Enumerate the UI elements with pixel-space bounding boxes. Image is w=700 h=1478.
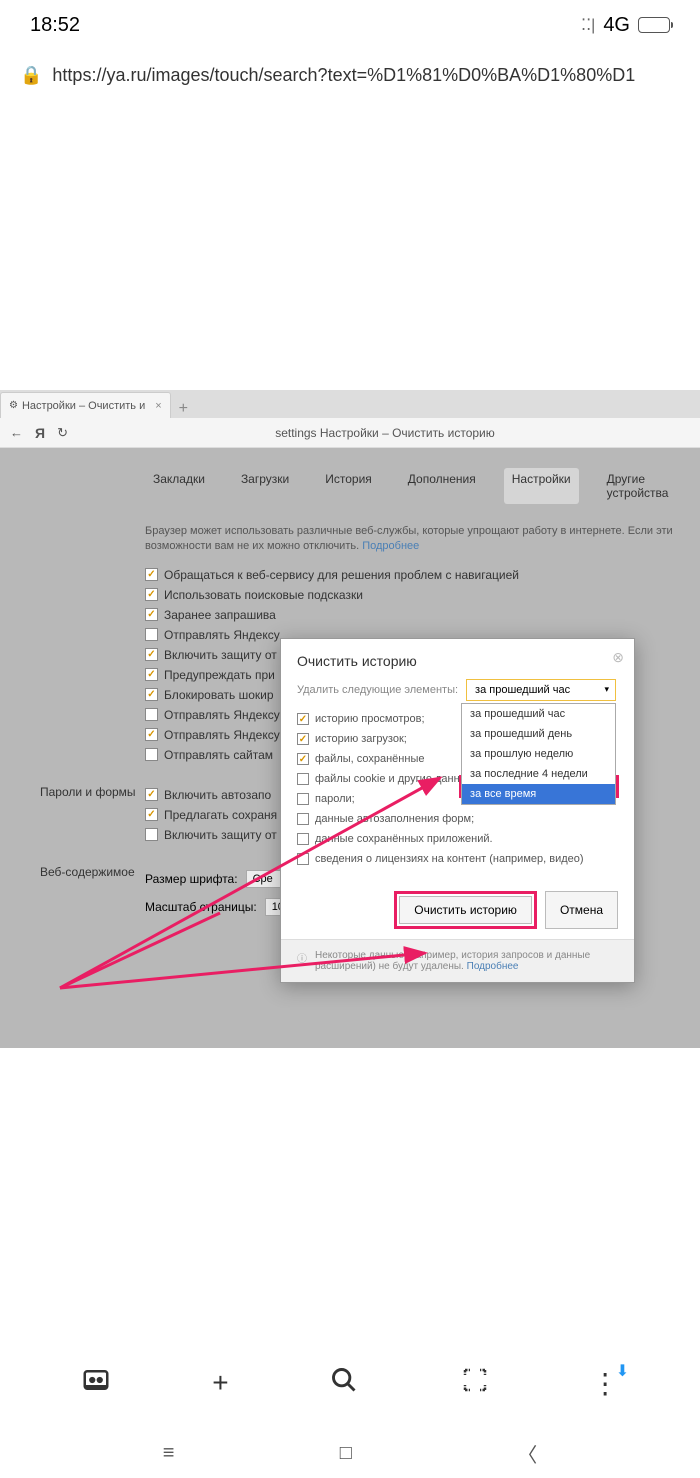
checkbox[interactable] — [145, 588, 158, 601]
checkbox[interactable] — [145, 728, 158, 741]
android-back-button[interactable]: 〈 — [517, 1439, 537, 1468]
dialog-label-row: Удалить следующие элементы: за прошедший… — [297, 679, 618, 701]
android-home-button[interactable]: □ — [340, 1442, 352, 1465]
mobile-toolbar: + ⋮⬇ — [0, 1348, 700, 1418]
checkbox[interactable] — [297, 813, 309, 825]
close-tab-icon[interactable]: × — [155, 400, 161, 412]
dropdown-list: за прошедший час за прошедший день за пр… — [461, 703, 616, 805]
checkbox[interactable] — [297, 753, 309, 765]
zoom-label: Масштаб страницы: — [145, 900, 257, 914]
network-label: 4G — [603, 14, 630, 37]
browser-nav-bar: ← Я ↻ settings Настройки – Очистить исто… — [0, 418, 700, 448]
gear-icon: ⚙ — [9, 400, 18, 411]
browser-tab[interactable]: ⚙ Настройки – Очистить и × — [0, 392, 171, 418]
download-badge-icon: ⬇ — [616, 1361, 629, 1381]
font-size-label: Размер шрифта: — [145, 872, 238, 886]
checkbox[interactable] — [297, 713, 309, 725]
checkbox[interactable] — [297, 773, 309, 785]
dialog-buttons: Очистить историю Отмена — [281, 881, 634, 939]
tab-downloads[interactable]: Загрузки — [233, 468, 297, 504]
dropdown-option[interactable]: за последние 4 недели — [462, 764, 615, 784]
lock-icon: 🔒 — [20, 65, 42, 86]
info-more-link[interactable]: Подробнее — [362, 540, 419, 552]
address-text[interactable]: settings Настройки – Очистить историю — [80, 426, 690, 440]
checkbox[interactable] — [297, 733, 309, 745]
dropdown-option[interactable]: за прошедший час — [462, 704, 615, 724]
menu-icon[interactable]: ⋮⬇ — [591, 1367, 619, 1400]
status-time: 18:52 — [30, 14, 80, 37]
time-range-dropdown[interactable]: за прошедший час — [466, 679, 616, 701]
checkbox[interactable] — [297, 853, 309, 865]
checkbox[interactable] — [145, 808, 158, 821]
settings-info: Браузер может использовать различные веб… — [0, 524, 700, 555]
checkbox[interactable] — [145, 568, 158, 581]
dialog-title: Очистить историю — [297, 653, 417, 669]
tab-addons[interactable]: Дополнения — [400, 468, 484, 504]
reload-button[interactable]: ↻ — [57, 425, 68, 441]
checkbox[interactable] — [145, 748, 158, 761]
checkbox[interactable] — [145, 788, 158, 801]
section-passwords: Пароли и формы — [40, 785, 136, 799]
signal-icon: ⁚⁚| — [581, 15, 595, 35]
settings-page: Закладки Загрузки История Дополнения Нас… — [0, 448, 700, 1048]
dropdown-option[interactable]: за прошедший день — [462, 724, 615, 744]
checkbox[interactable] — [145, 708, 158, 721]
dialog-footer: ⓘ Некоторые данные (например, история за… — [281, 939, 634, 982]
back-button[interactable]: ← — [10, 425, 23, 440]
tab-title: Настройки – Очистить и — [22, 400, 145, 412]
info-icon: ⓘ — [297, 950, 307, 972]
clear-history-dialog: Очистить историю ⊗ Удалить следующие эле… — [280, 638, 635, 983]
battery-icon — [638, 17, 670, 33]
tab-settings[interactable]: Настройки — [504, 468, 579, 504]
page-content: ⚙ Настройки – Очистить и × + ← Я ↻ setti… — [0, 390, 700, 1478]
footer-more-link[interactable]: Подробнее — [467, 961, 519, 972]
new-tab-button[interactable]: + — [171, 400, 196, 418]
browser-tab-strip: ⚙ Настройки – Очистить и × + — [0, 390, 700, 418]
tabs-icon[interactable] — [81, 1365, 111, 1402]
cancel-button[interactable]: Отмена — [545, 891, 618, 929]
dropdown-option-selected[interactable]: за все время — [462, 784, 615, 804]
checkbox[interactable] — [145, 608, 158, 621]
add-icon[interactable]: + — [212, 1367, 228, 1399]
checkbox[interactable] — [145, 628, 158, 641]
checkbox[interactable] — [297, 833, 309, 845]
dialog-header: Очистить историю ⊗ — [281, 639, 634, 679]
dropdown-option[interactable]: за прошлую неделю — [462, 744, 615, 764]
checkbox[interactable] — [145, 828, 158, 841]
settings-menu-tabs: Закладки Загрузки История Дополнения Нас… — [0, 468, 700, 504]
tab-bookmarks[interactable]: Закладки — [145, 468, 213, 504]
checkbox[interactable] — [297, 793, 309, 805]
android-nav-bar: ≡ □ 〈 — [0, 1428, 700, 1478]
tab-devices[interactable]: Другие устройства — [599, 468, 700, 504]
mobile-url-bar[interactable]: 🔒 https://ya.ru/images/touch/search?text… — [0, 50, 700, 100]
annotation-highlight: Очистить историю — [394, 891, 537, 929]
search-icon[interactable] — [330, 1366, 358, 1401]
mobile-status-bar: 18:52 ⁚⁚| 4G — [0, 0, 700, 50]
tab-history[interactable]: История — [317, 468, 380, 504]
clear-history-button[interactable]: Очистить историю — [399, 896, 532, 924]
screenshot-icon[interactable] — [460, 1365, 490, 1402]
checkbox[interactable] — [145, 688, 158, 701]
yandex-logo[interactable]: Я — [35, 425, 45, 441]
url-text: https://ya.ru/images/touch/search?text=%… — [52, 65, 635, 86]
checkbox[interactable] — [145, 648, 158, 661]
dialog-close-icon[interactable]: ⊗ — [612, 649, 624, 666]
section-web-content: Веб-содержимое — [40, 865, 135, 879]
checkbox[interactable] — [145, 668, 158, 681]
android-menu-button[interactable]: ≡ — [163, 1442, 175, 1465]
status-right: ⁚⁚| 4G — [581, 14, 670, 37]
